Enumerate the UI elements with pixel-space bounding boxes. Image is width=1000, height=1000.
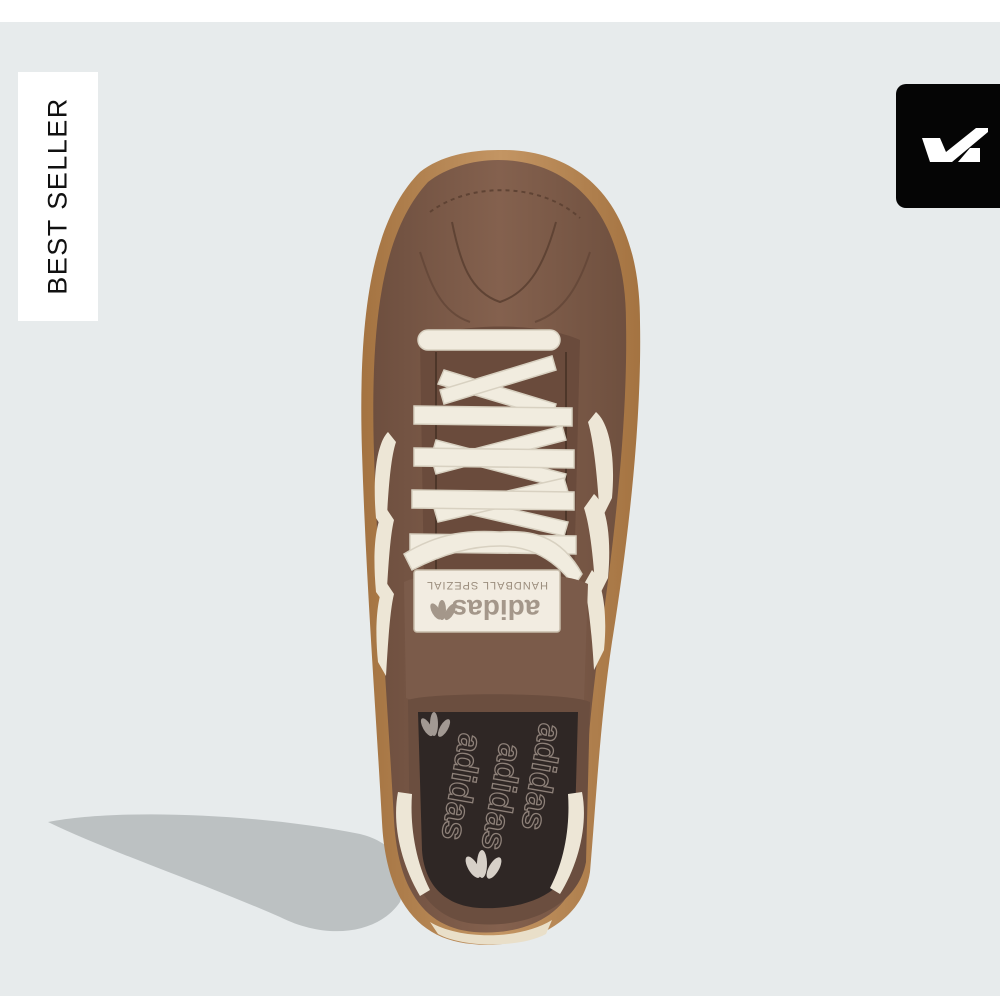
brand-logo-button[interactable] [896, 84, 1000, 208]
tongue-label-model: HANDBALL SPEZIAL [426, 579, 548, 591]
best-seller-badge: BEST SELLER [18, 72, 98, 321]
product-image[interactable]: HANDBALL SPEZIAL adidas adidas adidas ad… [0, 22, 1000, 996]
shoe-tongue: HANDBALL SPEZIAL adidas [404, 569, 588, 705]
shoe-shadow [48, 814, 404, 932]
best-seller-label: BEST SELLER [42, 97, 73, 295]
checkmark-logo-icon [922, 128, 988, 162]
product-image-viewer: HANDBALL SPEZIAL adidas adidas adidas ad… [0, 22, 1000, 996]
tongue-label-logo: adidas [452, 594, 541, 625]
